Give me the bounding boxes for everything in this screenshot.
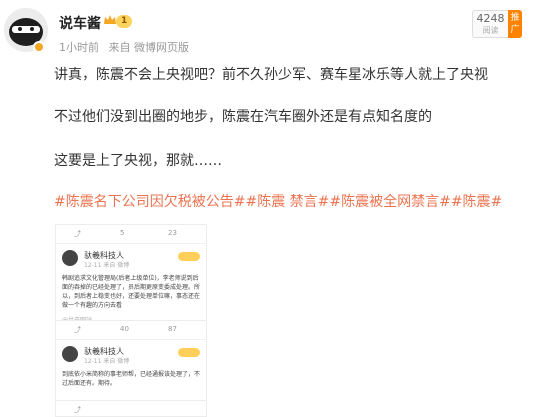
read-count-value: 4248 [476, 12, 505, 25]
post-meta: 1小时前 来自 微博网页版 [59, 39, 195, 55]
action-bar: ⤴ 5 23 [56, 225, 206, 243]
embedded-text: 韩剧追求文化管理局(后者上级单位)，李老师说到后面的吞掉的已经处理了，员后期更原… [62, 275, 201, 309]
read-count-label: 阅读 [482, 26, 499, 35]
embedded-meta: 12-11 来自 微博 [84, 358, 130, 365]
promote-button[interactable]: 推广 [508, 10, 522, 38]
level-badge: 1 [116, 15, 133, 28]
embedded-follow-badge [178, 252, 200, 261]
share-count: ⤴ [74, 326, 81, 334]
like-count: 23 [168, 229, 177, 237]
divider [56, 243, 206, 244]
share-count: ⤴ [74, 230, 81, 238]
like-count: 87 [168, 325, 177, 333]
read-count: 4248 阅读 [472, 10, 508, 38]
embedded-meta: 12-11 来自 微博 [84, 262, 130, 269]
action-bar: ⤴ 40 87 [56, 321, 206, 339]
action-bar: ⤴ [56, 401, 206, 417]
embedded-user: 驮羲科技人 12-11 来自 微博 [62, 346, 202, 368]
comment-count: 5 [120, 229, 125, 237]
post-paragraph: 不过他们没到出圈的地步，陈震在汽车圈外还是有点知名度的 [54, 109, 432, 125]
verified-badge-icon [33, 41, 45, 53]
post-time[interactable]: 1小时前 [59, 41, 99, 54]
embedded-text: 到底依小米简称的事老师帮，已经通报该处理了，不过后面还有。期待。 [62, 371, 201, 387]
embedded-screenshot[interactable]: ⤴ [55, 400, 207, 417]
embedded-follow-badge [178, 348, 200, 357]
embedded-avatar [62, 250, 78, 266]
hashtag-links[interactable]: #陈震名下公司因欠税被公告##陈震 禁言##陈震被全网禁言##陈震# [54, 191, 502, 211]
comment-count: 40 [120, 325, 129, 333]
embedded-user: 驮羲科技人 12-11 来自 微博 [62, 250, 202, 272]
post-paragraph: 这要是上了央视，那就…… [54, 153, 222, 169]
crown-icon [104, 15, 116, 24]
share-count: ⤴ [74, 406, 81, 414]
embedded-screenshot[interactable]: ⤴ 5 23 驮羲科技人 12-11 来自 微博 韩剧追求文化管理局(后者上级单… [55, 224, 207, 334]
level-badge-text: 1 [121, 16, 128, 26]
divider [56, 339, 206, 340]
embedded-avatar [62, 346, 78, 362]
post-paragraph: 讲真，陈震不会上央视吧？前不久孙少军、赛车星冰乐等人就上了央视 [54, 67, 488, 83]
author-name[interactable]: 说车酱 [59, 13, 101, 33]
post-source: 来自 微博网页版 [108, 41, 190, 54]
embedded-screenshot[interactable]: ⤴ 40 87 驮羲科技人 12-11 来自 微博 到底依小米简称的事老师帮，已… [55, 320, 207, 410]
